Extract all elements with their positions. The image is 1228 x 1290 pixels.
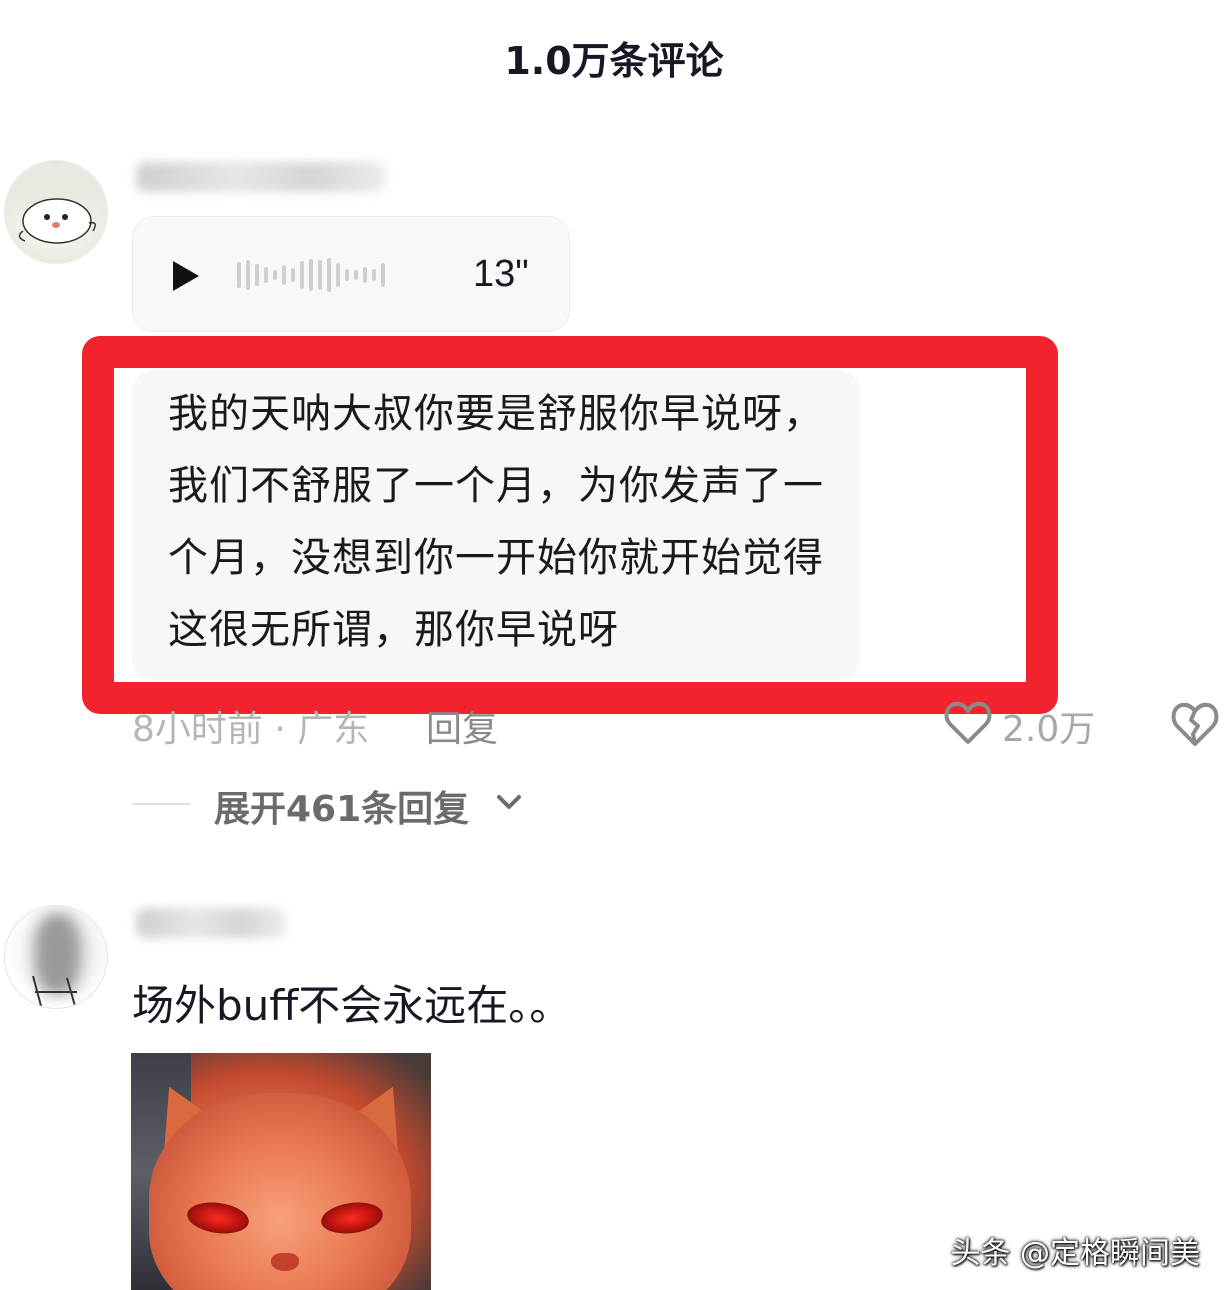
highlight-box — [82, 336, 1058, 714]
avatar[interactable] — [4, 905, 108, 1009]
voice-duration: 13" — [473, 253, 529, 295]
comment-time-location: 8小时前 · 广东 — [132, 709, 370, 750]
username[interactable] — [136, 908, 286, 938]
expand-divider — [132, 803, 190, 805]
comments-count-title: 1.0万条评论 — [504, 39, 724, 83]
cat-photo[interactable] — [131, 1053, 431, 1290]
waveform-icon — [237, 255, 385, 295]
avatar[interactable] — [4, 160, 108, 264]
heart-icon[interactable] — [944, 700, 992, 746]
broken-heart-icon[interactable] — [1170, 700, 1220, 748]
comment-text: 场外buff不会永远在。。 — [132, 981, 572, 1030]
chevron-down-icon[interactable] — [494, 788, 524, 816]
reply-button[interactable]: 回复 — [426, 700, 498, 752]
play-icon[interactable] — [173, 261, 199, 291]
like-count: 2.0万 — [1002, 709, 1096, 750]
username[interactable] — [136, 162, 386, 192]
watermark: 头条 @定格瞬间美 — [950, 1236, 1200, 1271]
voice-message[interactable]: 13" — [132, 216, 570, 332]
expand-replies-button[interactable]: 展开461条回复 — [214, 780, 469, 832]
